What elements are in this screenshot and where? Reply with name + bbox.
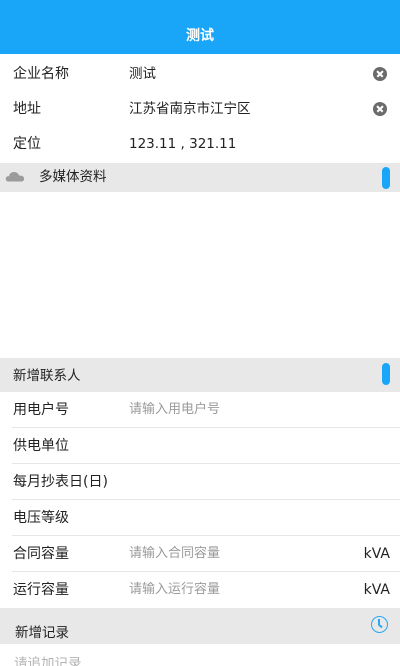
company-name-row[interactable]: 企业名称 测试 [0, 56, 400, 92]
clear-icon[interactable] [373, 67, 387, 81]
media-section-header[interactable]: 多媒体资料 [0, 163, 400, 192]
media-toggle[interactable] [382, 167, 390, 189]
address-row[interactable]: 地址 江苏省南京市江宁区 [0, 91, 400, 127]
company-name-field[interactable]: 测试 [129, 56, 156, 92]
contract-capacity-unit: kVA [363, 546, 390, 562]
contract-capacity-label: 合同容量 [13, 546, 69, 562]
address-field[interactable]: 江苏省南京市江宁区 [129, 91, 251, 127]
add-record-input[interactable]: 请追加记录 [0, 644, 400, 666]
media-section-title: 多媒体资料 [39, 169, 107, 185]
clear-icon[interactable] [373, 102, 387, 116]
contact-section-header[interactable]: 新增联系人 [0, 358, 400, 392]
cloud-icon [5, 172, 25, 182]
location-label: 定位 [13, 136, 41, 152]
meter-day-label: 每月抄表日(日) [13, 474, 108, 490]
operating-capacity-input[interactable]: 请输入运行容量 [129, 572, 220, 608]
account-number-row[interactable]: 用电户号 请输入用电户号 [0, 392, 400, 428]
supplier-row[interactable]: 供电单位 [0, 428, 400, 464]
account-number-input[interactable]: 请输入用电户号 [129, 392, 220, 428]
account-number-label: 用电户号 [13, 402, 69, 418]
page-title: 测试 [186, 28, 214, 44]
media-content-area [0, 192, 400, 358]
operating-capacity-label: 运行容量 [13, 582, 69, 598]
operating-capacity-row[interactable]: 运行容量 请输入运行容量 kVA [0, 572, 400, 608]
voltage-level-label: 电压等级 [13, 510, 69, 526]
location-row[interactable]: 定位 123.11 , 321.11 [0, 126, 400, 162]
app-header: 测试 [0, 0, 400, 54]
record-section-title: 新增记录 [15, 625, 69, 641]
record-section-header[interactable]: 新增记录 [0, 608, 400, 644]
contact-toggle[interactable] [382, 363, 390, 385]
voltage-level-row[interactable]: 电压等级 [0, 500, 400, 536]
contract-capacity-input[interactable]: 请输入合同容量 [129, 536, 220, 572]
address-label: 地址 [13, 101, 41, 117]
location-value[interactable]: 123.11 , 321.11 [129, 126, 236, 162]
add-record-placeholder[interactable]: 请追加记录 [14, 652, 82, 666]
company-name-label: 企业名称 [13, 66, 69, 82]
contact-section-title: 新增联系人 [13, 368, 81, 384]
operating-capacity-unit: kVA [363, 582, 390, 598]
clock-icon[interactable] [371, 616, 388, 633]
supplier-label: 供电单位 [13, 438, 69, 454]
contract-capacity-row[interactable]: 合同容量 请输入合同容量 kVA [0, 536, 400, 572]
meter-day-row[interactable]: 每月抄表日(日) [0, 464, 400, 500]
